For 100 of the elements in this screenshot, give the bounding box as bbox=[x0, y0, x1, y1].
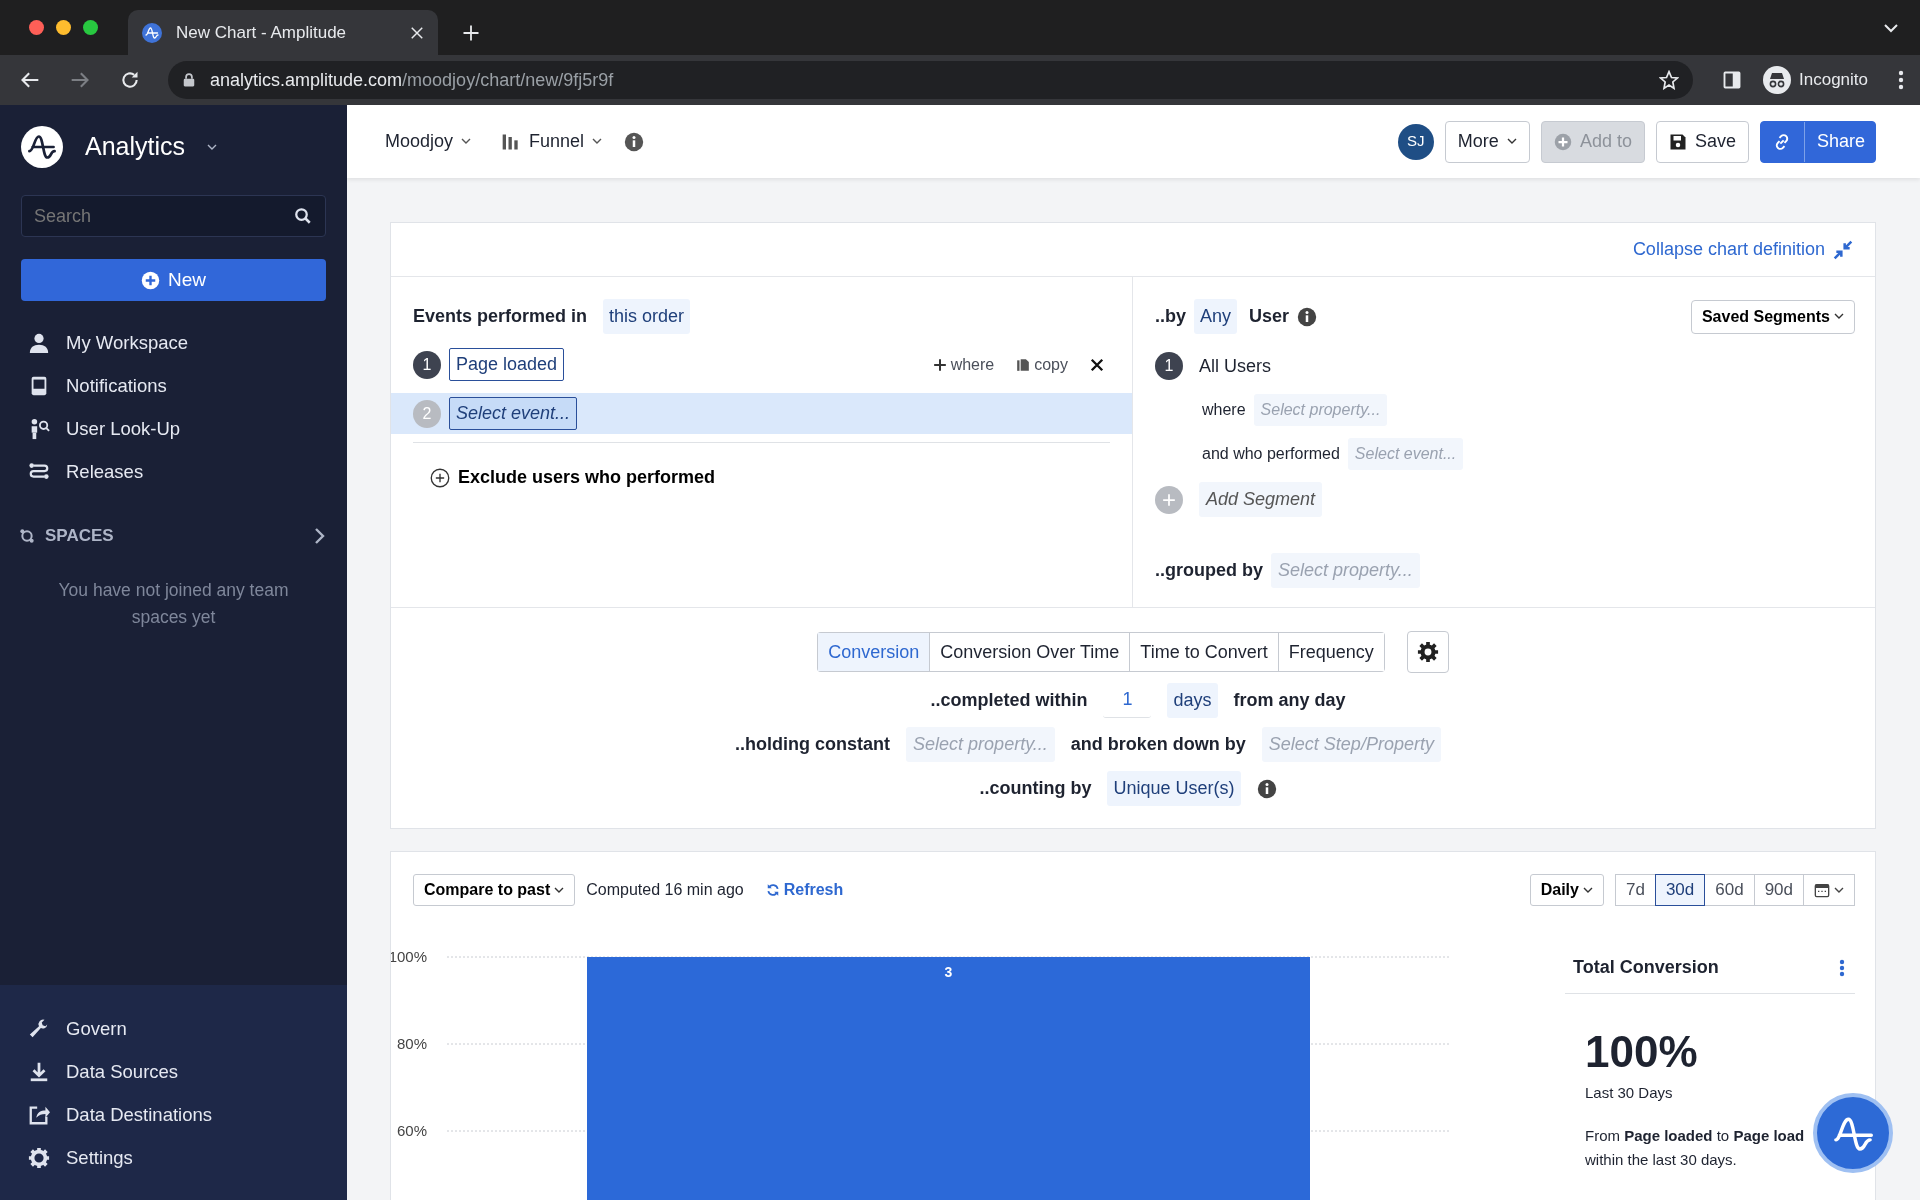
copy-icon bbox=[1016, 357, 1031, 372]
profile-button[interactable]: Incognito bbox=[1763, 66, 1868, 94]
mode-tab[interactable]: Frequency bbox=[1277, 632, 1385, 672]
compare-dropdown[interactable]: Compare to past bbox=[413, 874, 576, 906]
reload-icon[interactable] bbox=[120, 70, 140, 90]
field-label: ..counting by bbox=[979, 777, 1092, 800]
browser-tab[interactable]: New Chart - Amplitude bbox=[128, 10, 438, 55]
where-button[interactable]: where bbox=[932, 352, 995, 377]
field-label: ..holding constant bbox=[735, 733, 891, 756]
spaces-icon bbox=[19, 527, 35, 544]
save-icon bbox=[1668, 132, 1687, 151]
chevron-down-icon bbox=[207, 143, 218, 151]
address-bar[interactable]: analytics.amplitude.com/moodjoy/chart/new/9fj5r9f bbox=[168, 61, 1693, 99]
kebab-menu-icon[interactable] bbox=[1839, 958, 1845, 977]
saved-segments-dropdown[interactable]: Saved Segments bbox=[1690, 299, 1855, 334]
product-name[interactable]: Analytics bbox=[85, 128, 186, 166]
sidebar-item[interactable]: Data Destinations bbox=[0, 1093, 347, 1136]
more-icon[interactable] bbox=[1898, 70, 1904, 90]
side-panel-icon[interactable] bbox=[1723, 71, 1741, 89]
close-window-button[interactable] bbox=[29, 20, 44, 35]
section-label: ..grouped by bbox=[1155, 559, 1263, 582]
save-button[interactable]: Save bbox=[1655, 120, 1749, 163]
maximize-window-button[interactable] bbox=[83, 20, 98, 35]
sidebar-item[interactable]: My Workspace bbox=[0, 321, 347, 364]
mode-tab[interactable]: Conversion bbox=[817, 632, 931, 672]
sidebar-item[interactable]: Releases bbox=[0, 450, 347, 493]
step-number: 2 bbox=[413, 399, 441, 428]
project-dropdown[interactable]: Moodjoy bbox=[385, 128, 472, 155]
range-tab[interactable]: 90d bbox=[1753, 874, 1804, 906]
close-icon[interactable] bbox=[1090, 357, 1104, 372]
exclude-button[interactable]: Exclude users who performed bbox=[424, 463, 722, 492]
collapse-icon bbox=[1833, 239, 1853, 260]
event-selector[interactable]: Select event... bbox=[449, 397, 578, 430]
mode-tab[interactable]: Conversion Over Time bbox=[929, 632, 1131, 672]
calendar-icon bbox=[1814, 882, 1830, 898]
collapse-link[interactable]: Collapse chart definition bbox=[1632, 236, 1853, 263]
incognito-icon bbox=[1763, 66, 1791, 94]
conversion-value: 100% bbox=[1585, 1030, 1699, 1074]
new-button[interactable]: New bbox=[21, 259, 326, 301]
field-label: and who performed bbox=[1202, 444, 1340, 464]
range-tab[interactable]: 7d bbox=[1614, 874, 1656, 906]
info-icon bbox=[1256, 778, 1277, 799]
field-label: where bbox=[1202, 400, 1246, 420]
search-field[interactable]: Search bbox=[21, 195, 326, 237]
settings-button[interactable] bbox=[1406, 631, 1449, 673]
bar-count-label: 3 bbox=[944, 964, 953, 980]
refresh-icon bbox=[765, 883, 780, 897]
wrench-icon bbox=[28, 1017, 50, 1040]
axis-label: 80% bbox=[396, 1035, 427, 1052]
logo-icon bbox=[21, 126, 63, 168]
interval-dropdown[interactable]: Daily bbox=[1529, 874, 1604, 906]
person-icon bbox=[28, 331, 50, 354]
section-label: User bbox=[1249, 305, 1290, 328]
chevron-right-icon[interactable] bbox=[314, 526, 326, 545]
sidebar-item[interactable]: Settings bbox=[0, 1136, 347, 1179]
refresh-button[interactable]: Refresh bbox=[765, 878, 844, 902]
empty-message: You have not joined any team spaces yet bbox=[57, 578, 290, 629]
sidebar-item[interactable]: Govern bbox=[0, 1007, 347, 1050]
chevron-down-icon bbox=[1834, 313, 1844, 320]
gear-icon bbox=[28, 1146, 50, 1169]
chevron-down-icon bbox=[1506, 138, 1517, 145]
unit-dropdown[interactable]: days bbox=[1167, 682, 1218, 718]
tab-favicon-icon bbox=[142, 22, 162, 43]
range-tab[interactable]: 30d bbox=[1654, 874, 1706, 906]
segment-name: All Users bbox=[1199, 354, 1271, 378]
plus-circle-icon bbox=[1553, 132, 1572, 151]
copy-button[interactable]: copy bbox=[1016, 352, 1068, 377]
chevron-down-icon bbox=[554, 886, 565, 894]
date-picker-button[interactable] bbox=[1803, 874, 1855, 906]
add-segment-button[interactable]: Add Segment bbox=[1199, 482, 1323, 517]
back-icon[interactable] bbox=[20, 70, 40, 90]
segment-number: 1 bbox=[1155, 352, 1183, 380]
plus-circle-icon bbox=[141, 270, 160, 290]
mode-tab[interactable]: Time to Convert bbox=[1129, 632, 1279, 672]
chart-type-dropdown[interactable]: Funnel bbox=[501, 128, 603, 155]
more-dropdown[interactable]: More bbox=[1444, 120, 1530, 163]
chevron-down-icon bbox=[461, 138, 472, 145]
counting-dropdown[interactable]: Unique User(s) bbox=[1107, 771, 1241, 806]
range-tab[interactable]: 60d bbox=[1704, 874, 1755, 906]
user-avatar[interactable]: SJ bbox=[1397, 123, 1434, 160]
chevron-down-icon[interactable] bbox=[1884, 22, 1898, 33]
plus-circle-icon bbox=[430, 467, 450, 488]
field-label: from any day bbox=[1233, 688, 1346, 712]
search-icon bbox=[294, 207, 312, 225]
sidebar-item[interactable]: Data Sources bbox=[0, 1050, 347, 1093]
chevron-down-icon bbox=[1582, 886, 1593, 894]
user-type-dropdown[interactable]: Any bbox=[1194, 299, 1238, 334]
settings-icon bbox=[1416, 641, 1439, 663]
forward-icon[interactable] bbox=[70, 70, 90, 90]
order-dropdown[interactable]: this order bbox=[603, 299, 691, 334]
section-label: ..by bbox=[1155, 305, 1186, 328]
new-tab-icon[interactable] bbox=[462, 23, 480, 42]
info-icon bbox=[1297, 306, 1318, 327]
minimize-window-button[interactable] bbox=[56, 20, 71, 35]
star-icon[interactable] bbox=[1659, 70, 1679, 90]
sidebar-item[interactable]: Notifications bbox=[0, 364, 347, 407]
axis-label: 60% bbox=[396, 1122, 427, 1139]
share-button[interactable]: Share bbox=[1759, 120, 1876, 163]
event-selector[interactable]: Page loaded bbox=[449, 348, 565, 381]
sidebar-item[interactable]: User Look-Up bbox=[0, 407, 347, 450]
